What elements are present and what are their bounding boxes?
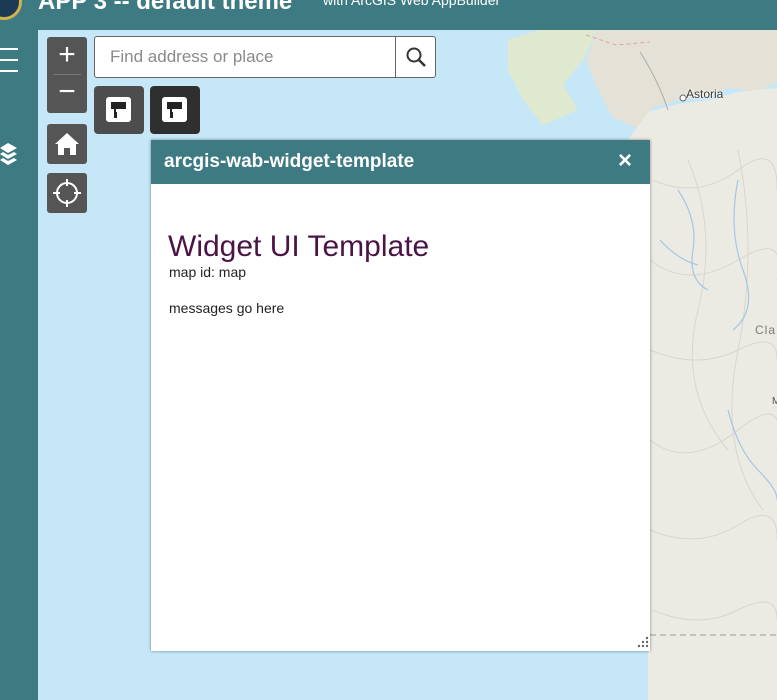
widget-heading: Widget UI Template: [168, 230, 430, 263]
home-icon: [55, 133, 79, 155]
search-box: [94, 36, 436, 78]
zoom-out-button[interactable]: −: [47, 74, 87, 112]
search-icon: [406, 47, 426, 67]
paint-roller-icon: [162, 97, 187, 122]
zoom-in-button[interactable]: +: [47, 37, 87, 75]
app-title: APP 3 -- default theme: [38, 0, 293, 15]
app-header: APP 3 -- default theme with ArcGIS Web A…: [0, 0, 777, 30]
app-logo: [0, 0, 22, 20]
zoom-control: + −: [47, 37, 87, 113]
widget-button-1[interactable]: [94, 86, 144, 134]
messages-text: messages go here: [169, 300, 285, 316]
app-subtitle: with ArcGIS Web AppBuilder: [323, 0, 501, 8]
sidebar: [0, 30, 38, 700]
map-id-text: map id: map: [169, 264, 247, 280]
locate-button[interactable]: [47, 173, 87, 213]
widget-panel: arcgis-wab-widget-template × Widget UI T…: [151, 140, 650, 651]
widget-button-2[interactable]: [150, 86, 200, 134]
search-button[interactable]: [395, 37, 436, 77]
place-label-cla: Cla: [755, 323, 777, 337]
place-label-m: M: [772, 396, 777, 407]
home-button[interactable]: [47, 124, 87, 164]
crosshair-icon: [53, 179, 81, 207]
panel-title: arcgis-wab-widget-template: [164, 151, 415, 172]
layers-icon[interactable]: [0, 140, 22, 170]
place-label-astoria: Astoria: [686, 87, 724, 101]
menu-icon[interactable]: [0, 46, 22, 74]
panel-header[interactable]: arcgis-wab-widget-template ×: [151, 140, 650, 184]
resize-handle-icon[interactable]: [635, 634, 649, 648]
paint-roller-icon: [106, 97, 131, 122]
close-icon[interactable]: ×: [614, 149, 636, 173]
search-input[interactable]: [95, 37, 395, 77]
